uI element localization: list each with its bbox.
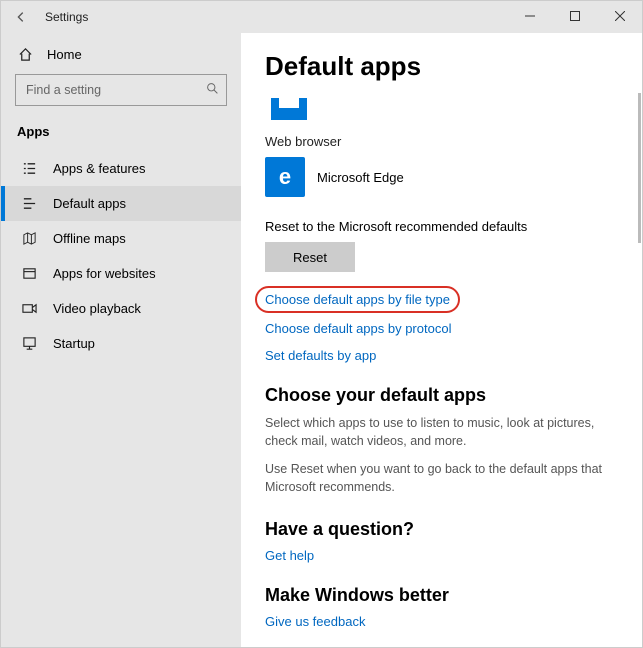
- sidebar-item-offline-maps[interactable]: Offline maps: [1, 221, 241, 256]
- better-heading: Make Windows better: [265, 585, 618, 606]
- question-heading: Have a question?: [265, 519, 618, 540]
- back-button[interactable]: [9, 10, 33, 24]
- sidebar-item-label: Offline maps: [53, 231, 126, 246]
- scrollbar-thumb[interactable]: [638, 93, 641, 243]
- web-browser-app: Microsoft Edge: [317, 170, 404, 185]
- link-feedback[interactable]: Give us feedback: [265, 614, 365, 629]
- link-by-app[interactable]: Set defaults by app: [265, 348, 376, 363]
- sidebar: Home Apps Apps & features Default apps O…: [1, 33, 241, 647]
- reset-button[interactable]: Reset: [265, 242, 355, 272]
- app-tile-partial[interactable]: [271, 98, 307, 120]
- maximize-button[interactable]: [552, 1, 597, 31]
- choose-desc-1: Select which apps to use to listen to mu…: [265, 414, 618, 450]
- sidebar-item-video-playback[interactable]: Video playback: [1, 291, 241, 326]
- home-icon: [17, 47, 33, 62]
- link-protocol[interactable]: Choose default apps by protocol: [265, 321, 451, 336]
- search-icon: [206, 82, 219, 95]
- sidebar-item-default-apps[interactable]: Default apps: [1, 186, 241, 221]
- link-file-type[interactable]: Choose default apps by file type: [259, 290, 456, 309]
- sidebar-item-label: Video playback: [53, 301, 141, 316]
- sidebar-item-label: Apps & features: [53, 161, 146, 176]
- video-icon: [21, 301, 37, 316]
- edge-icon: e: [265, 157, 305, 197]
- sidebar-item-label: Apps for websites: [53, 266, 156, 281]
- home-button[interactable]: Home: [1, 39, 241, 70]
- web-browser-label: Web browser: [265, 134, 618, 149]
- sidebar-item-label: Startup: [53, 336, 95, 351]
- home-label: Home: [47, 47, 82, 62]
- window-controls: [507, 1, 642, 31]
- choose-desc-2: Use Reset when you want to go back to th…: [265, 460, 618, 496]
- sidebar-item-apps-features[interactable]: Apps & features: [1, 151, 241, 186]
- page-title: Default apps: [265, 51, 618, 82]
- sidebar-item-apps-websites[interactable]: Apps for websites: [1, 256, 241, 291]
- close-button[interactable]: [597, 1, 642, 31]
- sidebar-item-startup[interactable]: Startup: [1, 326, 241, 361]
- window-title: Settings: [45, 10, 88, 24]
- startup-icon: [21, 336, 37, 351]
- main-content: Default apps Web browser e Microsoft Edg…: [241, 33, 642, 647]
- reset-label: Reset to the Microsoft recommended defau…: [265, 219, 618, 234]
- list-icon: [21, 161, 37, 176]
- defaults-icon: [21, 196, 37, 211]
- website-icon: [21, 266, 37, 281]
- web-browser-button[interactable]: e Microsoft Edge: [265, 157, 618, 197]
- search-input[interactable]: [15, 74, 227, 106]
- minimize-button[interactable]: [507, 1, 552, 31]
- scrollbar[interactable]: [635, 33, 641, 647]
- link-get-help[interactable]: Get help: [265, 548, 314, 563]
- section-title: Apps: [1, 118, 241, 151]
- sidebar-item-label: Default apps: [53, 196, 126, 211]
- map-icon: [21, 231, 37, 246]
- choose-heading: Choose your default apps: [265, 385, 618, 406]
